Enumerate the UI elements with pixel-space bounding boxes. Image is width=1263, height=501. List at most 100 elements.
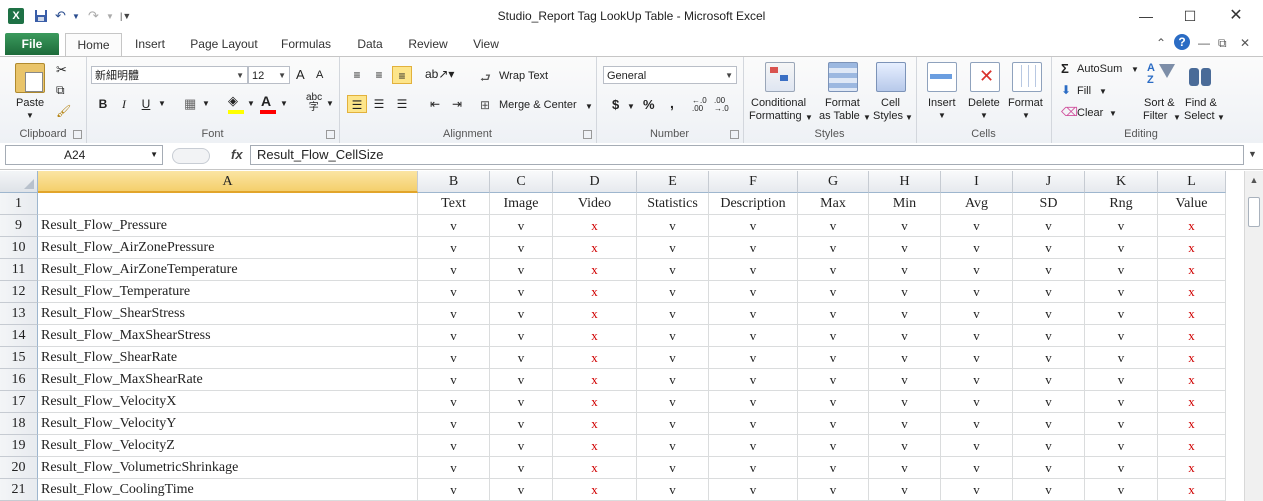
increase-indent-icon[interactable]: ⇥	[447, 95, 467, 113]
mark-cell[interactable]: v	[418, 369, 490, 391]
format-cells-button[interactable]: Format	[1008, 97, 1043, 109]
mark-cell[interactable]: v	[941, 259, 1013, 281]
mark-cell[interactable]: v	[490, 259, 553, 281]
header-cell-d[interactable]: Video	[553, 193, 637, 215]
mark-cell[interactable]: v	[1085, 391, 1158, 413]
mark-cell[interactable]: x	[553, 457, 637, 479]
mark-cell[interactable]: v	[709, 215, 798, 237]
header-cell-a[interactable]	[38, 193, 418, 215]
shrink-font-icon[interactable]: A	[316, 69, 323, 81]
tab-formulas[interactable]: Formulas	[273, 33, 339, 55]
autosum-button[interactable]: AutoSum	[1077, 63, 1122, 75]
autosum-dropdown-icon[interactable]: ▼	[1131, 65, 1139, 74]
mark-cell[interactable]: v	[941, 413, 1013, 435]
find-select-button[interactable]: Find &	[1185, 97, 1217, 109]
mark-cell[interactable]: v	[709, 369, 798, 391]
mark-cell[interactable]: x	[553, 281, 637, 303]
mark-cell[interactable]: v	[1085, 347, 1158, 369]
align-center-icon[interactable]: ☰	[369, 95, 389, 113]
insert-cells-icon[interactable]	[927, 62, 957, 92]
font-launcher-icon[interactable]	[326, 130, 335, 139]
row-header[interactable]: 12	[0, 281, 38, 303]
underline-dropdown-icon[interactable]: ▼	[158, 99, 166, 108]
align-middle-icon[interactable]: ≡	[369, 66, 389, 84]
mark-cell[interactable]: v	[637, 457, 709, 479]
mark-cell[interactable]: v	[798, 369, 869, 391]
column-header-k[interactable]: K	[1085, 171, 1158, 193]
mark-cell[interactable]: v	[418, 457, 490, 479]
tab-view[interactable]: View	[463, 33, 509, 55]
conditional-formatting-dropdown-icon[interactable]: ▼	[805, 113, 813, 122]
column-header-d[interactable]: D	[553, 171, 637, 193]
tab-home[interactable]: Home	[65, 33, 122, 56]
mark-cell[interactable]: v	[798, 325, 869, 347]
mark-cell[interactable]: v	[709, 281, 798, 303]
mark-cell[interactable]: v	[869, 325, 941, 347]
mark-cell[interactable]: v	[1013, 457, 1085, 479]
mark-cell[interactable]: v	[798, 435, 869, 457]
mark-cell[interactable]: v	[941, 215, 1013, 237]
mark-cell[interactable]: v	[869, 457, 941, 479]
mark-cell[interactable]: x	[1158, 237, 1226, 259]
conditional-formatting-label2[interactable]: Formatting	[749, 110, 802, 122]
mark-cell[interactable]: v	[709, 391, 798, 413]
cut-icon[interactable]: ✂	[56, 62, 67, 78]
phonetic-guide-icon[interactable]: abc 字	[306, 93, 322, 113]
mark-cell[interactable]: v	[490, 215, 553, 237]
mark-cell[interactable]: v	[1013, 281, 1085, 303]
percent-icon[interactable]: %	[643, 97, 655, 112]
scroll-thumb[interactable]	[1248, 197, 1260, 227]
tag-name-cell[interactable]: Result_Flow_Temperature	[38, 281, 418, 303]
mark-cell[interactable]: v	[869, 215, 941, 237]
comma-icon[interactable]: ,	[670, 95, 674, 111]
mark-cell[interactable]: v	[798, 303, 869, 325]
tag-name-cell[interactable]: Result_Flow_MaxShearRate	[38, 369, 418, 391]
mark-cell[interactable]: v	[637, 369, 709, 391]
merge-dropdown-icon[interactable]: ▼	[585, 102, 593, 111]
find-select-dropdown-icon[interactable]: ▼	[1217, 113, 1225, 122]
mark-cell[interactable]: v	[418, 325, 490, 347]
tag-name-cell[interactable]: Result_Flow_AirZoneTemperature	[38, 259, 418, 281]
mark-cell[interactable]: v	[1085, 435, 1158, 457]
mark-cell[interactable]: v	[490, 479, 553, 501]
mark-cell[interactable]: x	[1158, 457, 1226, 479]
mark-cell[interactable]: x	[1158, 215, 1226, 237]
number-format-select[interactable]: General ▼	[603, 66, 737, 84]
mark-cell[interactable]: v	[1013, 303, 1085, 325]
mark-cell[interactable]: v	[418, 215, 490, 237]
column-header-b[interactable]: B	[418, 171, 490, 193]
decrease-indent-icon[interactable]: ⇤	[425, 95, 445, 113]
mark-cell[interactable]: v	[1085, 259, 1158, 281]
mark-cell[interactable]: v	[418, 259, 490, 281]
font-name-select[interactable]: 新細明體 ▼	[91, 66, 248, 84]
mark-cell[interactable]: v	[490, 303, 553, 325]
sort-filter-icon[interactable]: AZ	[1147, 62, 1175, 90]
mark-cell[interactable]: v	[418, 435, 490, 457]
workbook-minimize-icon[interactable]: —	[1198, 36, 1210, 50]
tag-name-cell[interactable]: Result_Flow_VelocityZ	[38, 435, 418, 457]
row-header[interactable]: 14	[0, 325, 38, 347]
borders-dropdown-icon[interactable]: ▼	[202, 99, 210, 108]
conditional-formatting-icon[interactable]	[765, 62, 795, 92]
font-color-dropdown-icon[interactable]: ▼	[280, 99, 288, 108]
insert-dropdown-icon[interactable]: ▼	[938, 111, 946, 120]
mark-cell[interactable]: v	[709, 479, 798, 501]
copy-icon[interactable]: ⧉	[56, 83, 65, 98]
header-cell-j[interactable]: SD	[1013, 193, 1085, 215]
tag-name-cell[interactable]: Result_Flow_CoolingTime	[38, 479, 418, 501]
header-cell-i[interactable]: Avg	[941, 193, 1013, 215]
worksheet-grid[interactable]: A B C D E F G H I J K L 1 Text Image Video Statistics Des…	[0, 171, 1244, 501]
mark-cell[interactable]: v	[637, 281, 709, 303]
cell-styles-dropdown-icon[interactable]: ▼	[905, 113, 913, 122]
mark-cell[interactable]: v	[490, 435, 553, 457]
row-header[interactable]: 1	[0, 193, 38, 215]
column-header-j[interactable]: J	[1013, 171, 1085, 193]
alignment-launcher-icon[interactable]	[583, 130, 592, 139]
align-left-icon[interactable]: ☰	[347, 95, 367, 113]
tab-review[interactable]: Review	[401, 33, 455, 55]
tab-insert[interactable]: Insert	[124, 33, 176, 55]
mark-cell[interactable]: v	[869, 391, 941, 413]
column-header-c[interactable]: C	[490, 171, 553, 193]
mark-cell[interactable]: v	[798, 479, 869, 501]
mark-cell[interactable]: x	[553, 391, 637, 413]
